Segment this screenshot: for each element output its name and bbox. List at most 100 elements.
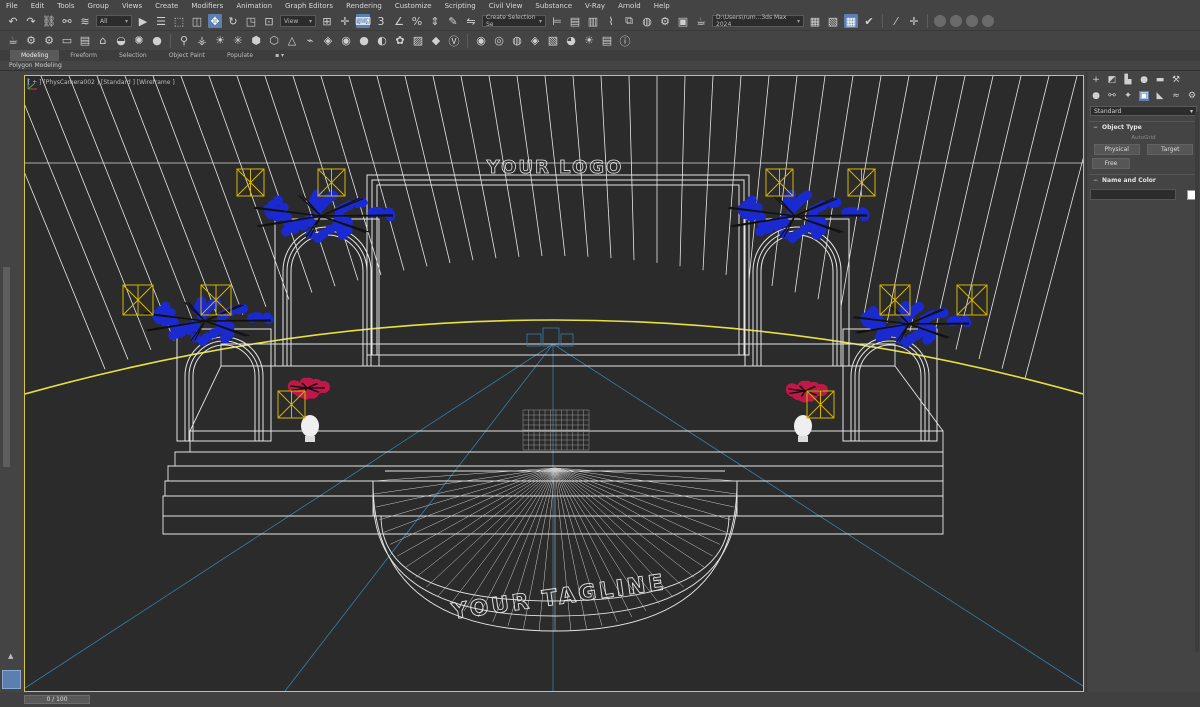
- status-circle-button[interactable]: [982, 15, 994, 27]
- edit-named-selection-icon[interactable]: ✎: [446, 14, 460, 28]
- menu-substance[interactable]: Substance: [535, 2, 572, 10]
- viewport-label-menu[interactable]: [ + ] [PhysCamera002 ] [Standard ] [Wire…: [28, 79, 175, 86]
- tab-freeform[interactable]: Freeform: [59, 50, 108, 61]
- sphere-icon[interactable]: ◉: [339, 34, 353, 48]
- geometry-icon[interactable]: ●: [1091, 91, 1101, 101]
- select-object-icon[interactable]: ▶: [136, 14, 150, 28]
- mirror-icon[interactable]: ⇋: [464, 14, 478, 28]
- project-folder-icon[interactable]: ▦: [808, 14, 822, 28]
- menu-group[interactable]: Group: [88, 2, 109, 10]
- link-icon[interactable]: ⛓: [42, 14, 56, 28]
- free-camera-button[interactable]: Free: [1092, 158, 1130, 169]
- select-move-icon[interactable]: ✥: [208, 14, 222, 28]
- arnold-skydome-icon[interactable]: ◍: [510, 34, 524, 48]
- crosshair-icon[interactable]: ✛: [907, 14, 921, 28]
- status-circle-button[interactable]: [934, 15, 946, 27]
- space-warps-icon[interactable]: ≈: [1171, 91, 1181, 101]
- toggle-scene-explorer-icon[interactable]: ▤: [568, 14, 582, 28]
- frame-buffer-icon[interactable]: ▤: [78, 34, 92, 48]
- select-scale-icon[interactable]: ◳: [244, 14, 258, 28]
- arnold-ipr-icon[interactable]: ☀: [582, 34, 596, 48]
- sun-light-icon[interactable]: ✺: [132, 34, 146, 48]
- sphere-light-icon[interactable]: ●: [150, 34, 164, 48]
- autogrid-checkbox[interactable]: AutoGrid: [1087, 135, 1200, 141]
- object-type-rollout[interactable]: − Object Type: [1089, 121, 1198, 132]
- menu-modifiers[interactable]: Modifiers: [191, 2, 223, 10]
- viewport-icon[interactable]: ▭: [60, 34, 74, 48]
- fur-icon[interactable]: ⬡: [267, 34, 281, 48]
- menu-graph-editors[interactable]: Graph Editors: [285, 2, 333, 10]
- named-selection-sets-dropdown[interactable]: Create Selection Se ▾: [482, 14, 546, 28]
- decal-icon[interactable]: ✿: [393, 34, 407, 48]
- schematic-view-icon[interactable]: ⧉: [622, 14, 636, 28]
- arnold-light-icon[interactable]: ◎: [492, 34, 506, 48]
- pivot-center-icon[interactable]: ⊞: [320, 14, 334, 28]
- project-folder-dropdown[interactable]: D:\Users\rum...3ds Max 2024 ▾: [712, 14, 804, 28]
- tab-object-paint[interactable]: Object Paint: [158, 50, 216, 61]
- material-sphere-icon[interactable]: ●: [357, 34, 371, 48]
- menu-help[interactable]: Help: [654, 2, 670, 10]
- sky-icon[interactable]: ✳: [231, 34, 245, 48]
- modify-tab-icon[interactable]: ◩: [1107, 75, 1117, 85]
- menu-customize[interactable]: Customize: [395, 2, 432, 10]
- brush-icon[interactable]: ⁄: [889, 14, 903, 28]
- target-camera-button[interactable]: Target: [1147, 144, 1194, 155]
- arnold-volume-icon[interactable]: ▧: [546, 34, 560, 48]
- bind-space-warp-icon[interactable]: ≋: [78, 14, 92, 28]
- select-rotate-icon[interactable]: ↻: [226, 14, 240, 28]
- cameras-icon[interactable]: ▣: [1139, 91, 1149, 101]
- tab-populate[interactable]: Populate: [216, 50, 264, 61]
- help-icon[interactable]: ⓘ: [618, 34, 632, 48]
- menu-vray[interactable]: V-Ray: [585, 2, 605, 10]
- expand-arrow-icon[interactable]: ▲: [8, 652, 13, 660]
- tab-modeling[interactable]: Modeling: [10, 50, 60, 61]
- hierarchy-tab-icon[interactable]: ▙: [1123, 75, 1133, 85]
- tab-selection[interactable]: Selection: [108, 50, 158, 61]
- keyboard-shortcut-override-icon[interactable]: ⌨: [355, 14, 371, 28]
- utilities-tab-icon[interactable]: ⚒: [1171, 75, 1181, 85]
- spinner-snap-icon[interactable]: ⇕: [428, 14, 442, 28]
- ies-light-icon[interactable]: ⚶: [195, 34, 209, 48]
- percent-snap-icon[interactable]: %: [410, 14, 424, 28]
- object-name-field[interactable]: [1090, 189, 1176, 200]
- menu-rendering[interactable]: Rendering: [346, 2, 382, 10]
- material-library-icon[interactable]: ◐: [375, 34, 389, 48]
- ribbon-scrollbar[interactable]: [3, 267, 10, 467]
- menu-civil-view[interactable]: Civil View: [489, 2, 523, 10]
- menu-file[interactable]: File: [6, 2, 18, 10]
- rendered-frame-window-icon[interactable]: ▣: [676, 14, 690, 28]
- arnold-render-icon[interactable]: ◉: [474, 34, 488, 48]
- snaps-toggle-icon[interactable]: 3: [374, 14, 388, 28]
- maxscript-listener-button[interactable]: [2, 670, 21, 689]
- arnold-shape-icon[interactable]: ◕: [564, 34, 578, 48]
- select-by-name-icon[interactable]: ☰: [154, 14, 168, 28]
- command-panel-scrollbar[interactable]: [1195, 112, 1199, 652]
- create-tab-icon[interactable]: +: [1091, 75, 1101, 85]
- window-crossing-icon[interactable]: ◫: [190, 14, 204, 28]
- curve-editor-icon[interactable]: ⌇: [604, 14, 618, 28]
- menu-animation[interactable]: Animation: [236, 2, 272, 10]
- display-tab-icon[interactable]: ▬: [1155, 75, 1165, 85]
- layer-explorer-icon[interactable]: ▥: [586, 14, 600, 28]
- time-slider[interactable]: 0 / 100: [24, 695, 90, 704]
- angle-snap-icon[interactable]: ∠: [392, 14, 406, 28]
- set-project-icon[interactable]: ▧: [826, 14, 840, 28]
- menu-create[interactable]: Create: [155, 2, 178, 10]
- ribbon-panel-label[interactable]: Polygon Modeling: [0, 61, 1200, 71]
- camera-icon[interactable]: ⌂: [96, 34, 110, 48]
- perspective-viewport[interactable]: YOUR LOGO YOUR TAGLINE [ + ] [PhysCamera…: [24, 75, 1084, 692]
- spot-light-icon[interactable]: ⚲: [177, 34, 191, 48]
- arnold-script-icon[interactable]: ▤: [600, 34, 614, 48]
- menu-scripting[interactable]: Scripting: [445, 2, 476, 10]
- teapot-icon[interactable]: ☕: [6, 34, 20, 48]
- proxy-icon[interactable]: ⬢: [249, 34, 263, 48]
- material-editor-icon[interactable]: ◍: [640, 14, 654, 28]
- cube-icon[interactable]: ◈: [321, 34, 335, 48]
- menu-views[interactable]: Views: [122, 2, 142, 10]
- shapes-icon[interactable]: ⚯: [1107, 91, 1117, 101]
- vantage-icon[interactable]: ◆: [429, 34, 443, 48]
- chaos-icon[interactable]: ▨: [411, 34, 425, 48]
- place-icon[interactable]: ⊡: [262, 14, 276, 28]
- rectangle-selection-icon[interactable]: ⬚: [172, 14, 186, 28]
- menu-edit[interactable]: Edit: [31, 2, 45, 10]
